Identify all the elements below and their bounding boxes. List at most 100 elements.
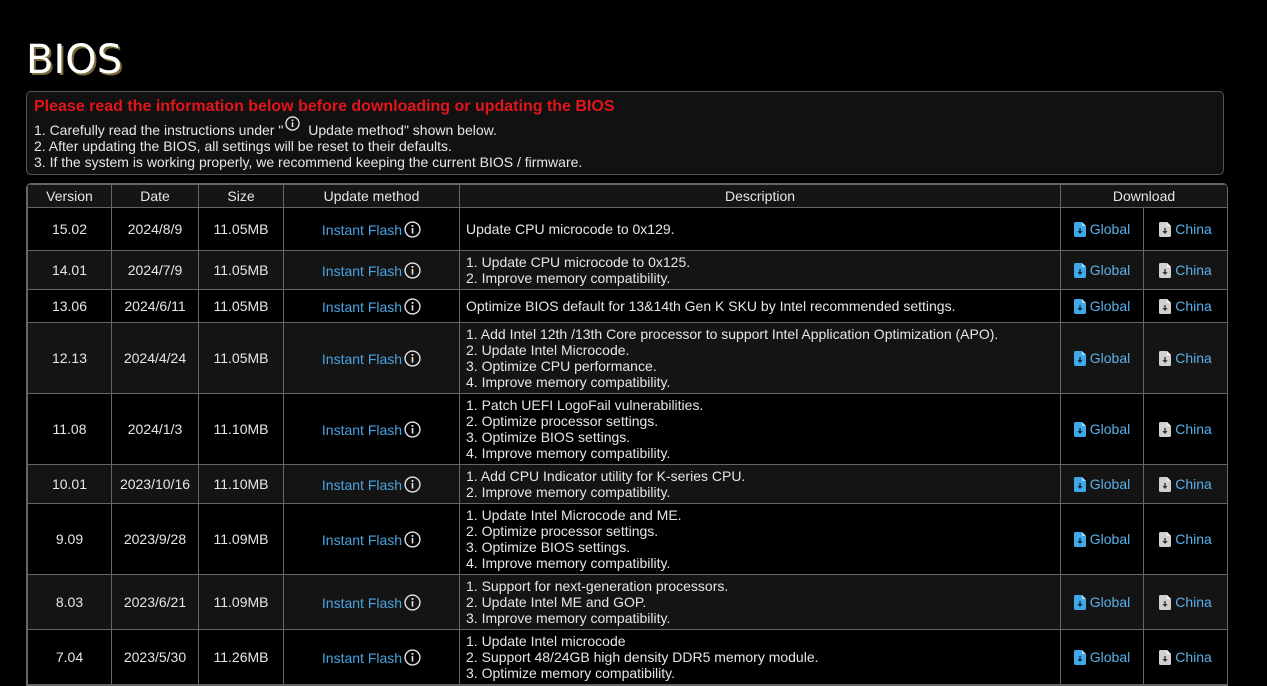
file-download-icon bbox=[1073, 532, 1086, 547]
file-download-icon bbox=[1159, 532, 1172, 547]
header-update-method: Update method bbox=[283, 184, 460, 208]
download-china-link[interactable]: China bbox=[1159, 262, 1212, 278]
instant-flash-link[interactable]: Instant Flash bbox=[322, 595, 402, 611]
download-global-link[interactable]: Global bbox=[1073, 262, 1130, 278]
download-global-label: Global bbox=[1089, 594, 1131, 610]
date-cell: 2023/5/30 bbox=[111, 629, 199, 685]
download-global-cell: Global bbox=[1060, 503, 1144, 575]
instant-flash-link[interactable]: Instant Flash bbox=[322, 263, 402, 279]
instant-flash-link[interactable]: Instant Flash bbox=[322, 222, 402, 238]
download-china-link[interactable]: China bbox=[1159, 298, 1212, 314]
download-china-link[interactable]: China bbox=[1159, 350, 1212, 366]
table-row: 14.01 2024/7/9 11.05MB Instant Flash 1. … bbox=[27, 250, 1227, 290]
instant-flash-link[interactable]: Instant Flash bbox=[322, 351, 402, 367]
download-china-label: China bbox=[1175, 221, 1212, 237]
download-global-cell: Global bbox=[1060, 393, 1144, 465]
date-cell: 2023/10/16 bbox=[111, 464, 199, 504]
description-line: 1. Update Intel microcode bbox=[466, 633, 626, 649]
download-global-link[interactable]: Global bbox=[1073, 531, 1131, 547]
download-china-cell: China bbox=[1142, 289, 1227, 323]
instant-flash-link[interactable]: Instant Flash bbox=[322, 650, 402, 666]
description-line: 3. Optimize BIOS settings. bbox=[466, 539, 631, 555]
download-global-link[interactable]: Global bbox=[1073, 298, 1130, 314]
info-icon[interactable] bbox=[404, 220, 421, 238]
version-cell: 7.04 bbox=[27, 629, 112, 685]
notice-line-3: 3. If the system is working properly, we… bbox=[34, 154, 583, 170]
description-line: 2. Update Intel ME and GOP. bbox=[466, 594, 647, 610]
size-cell: 11.10MB bbox=[198, 393, 284, 465]
download-china-label: China bbox=[1175, 262, 1212, 278]
info-icon[interactable] bbox=[404, 349, 421, 367]
download-global-link[interactable]: Global bbox=[1073, 649, 1131, 665]
version-cell: 15.02 bbox=[27, 207, 112, 251]
header-date: Date bbox=[111, 184, 199, 208]
description-line: 1. Add CPU Indicator utility for K-serie… bbox=[466, 468, 746, 484]
info-icon[interactable] bbox=[404, 420, 421, 438]
download-china-link[interactable]: China bbox=[1159, 594, 1212, 610]
download-global-label: Global bbox=[1089, 649, 1131, 665]
download-global-link[interactable]: Global bbox=[1073, 421, 1130, 437]
date-cell: 2024/4/24 bbox=[111, 322, 199, 394]
date-cell: 2024/6/11 bbox=[111, 289, 199, 323]
info-icon[interactable] bbox=[404, 593, 421, 611]
download-china-link[interactable]: China bbox=[1159, 531, 1212, 547]
file-download-icon bbox=[1159, 351, 1172, 366]
download-china-label: China bbox=[1175, 594, 1212, 610]
table-row: 8.03 2023/6/21 11.09MB Instant Flash 1. … bbox=[27, 574, 1227, 630]
date-cell: 2024/8/9 bbox=[111, 207, 199, 251]
table-body: 15.02 2024/8/9 11.05MB Instant Flash Upd… bbox=[27, 207, 1227, 685]
table-row: 7.04 2023/5/30 11.26MB Instant Flash 1. … bbox=[27, 629, 1227, 685]
download-china-label: China bbox=[1175, 421, 1212, 437]
download-china-label: China bbox=[1175, 298, 1212, 314]
update-method-cell: Instant Flash bbox=[283, 250, 460, 290]
download-global-link[interactable]: Global bbox=[1073, 350, 1131, 366]
download-china-label: China bbox=[1175, 350, 1212, 366]
description-line: 3. Optimize BIOS settings. bbox=[466, 429, 631, 445]
download-global-link[interactable]: Global bbox=[1073, 594, 1131, 610]
table-header-row: Version Date Size Update method Descript… bbox=[27, 184, 1227, 208]
update-method-cell: Instant Flash bbox=[283, 464, 460, 504]
description-line: 3. Improve memory compatibility. bbox=[466, 610, 671, 626]
version-cell: 8.03 bbox=[27, 574, 112, 630]
download-global-label: Global bbox=[1089, 350, 1131, 366]
table-row: 10.01 2023/10/16 11.10MB Instant Flash 1… bbox=[27, 464, 1227, 504]
download-china-link[interactable]: China bbox=[1159, 476, 1212, 492]
download-china-link[interactable]: China bbox=[1159, 221, 1212, 237]
file-download-icon bbox=[1159, 650, 1172, 665]
description-cell: 1. Update CPU microcode to 0x125. 2. Impr… bbox=[459, 250, 1061, 290]
info-icon[interactable] bbox=[404, 475, 421, 493]
notice-line-2: 2. After updating the BIOS, all settings… bbox=[34, 138, 452, 154]
table-row: 9.09 2023/9/28 11.09MB Instant Flash 1. … bbox=[27, 503, 1227, 575]
description-line: 2. Optimize processor settings. bbox=[466, 413, 659, 429]
instant-flash-link[interactable]: Instant Flash bbox=[322, 477, 402, 493]
update-method-cell: Instant Flash bbox=[283, 289, 460, 323]
description-line: 4. Improve memory compatibility. bbox=[466, 555, 671, 571]
info-icon[interactable] bbox=[404, 297, 421, 315]
size-cell: 11.05MB bbox=[198, 322, 284, 394]
info-icon[interactable] bbox=[404, 648, 421, 666]
description-line: 4. Improve memory compatibility. bbox=[466, 374, 671, 390]
download-china-label: China bbox=[1175, 531, 1212, 547]
file-download-icon bbox=[1159, 595, 1172, 610]
bios-notice: Please read the information below before… bbox=[26, 91, 1224, 175]
download-china-link[interactable]: China bbox=[1159, 421, 1212, 437]
instant-flash-link[interactable]: Instant Flash bbox=[322, 532, 402, 548]
table-row: 11.08 2024/1/3 11.10MB Instant Flash 1. … bbox=[27, 393, 1227, 465]
file-download-icon bbox=[1159, 299, 1172, 314]
file-download-icon bbox=[1159, 477, 1172, 492]
size-cell: 11.09MB bbox=[198, 503, 284, 575]
download-china-link[interactable]: China bbox=[1159, 649, 1212, 665]
date-cell: 2024/7/9 bbox=[111, 250, 199, 290]
size-cell: 11.10MB bbox=[198, 464, 284, 504]
description-line: 2. Optimize processor settings. bbox=[466, 523, 659, 539]
download-global-link[interactable]: Global bbox=[1073, 476, 1130, 492]
size-cell: 11.26MB bbox=[198, 629, 284, 685]
download-global-link[interactable]: Global bbox=[1073, 221, 1130, 237]
download-global-cell: Global bbox=[1060, 322, 1144, 394]
instant-flash-link[interactable]: Instant Flash bbox=[322, 299, 402, 315]
instant-flash-link[interactable]: Instant Flash bbox=[322, 422, 402, 438]
info-icon[interactable] bbox=[404, 530, 421, 548]
info-icon[interactable] bbox=[404, 261, 421, 279]
download-global-label: Global bbox=[1089, 531, 1131, 547]
bios-table-container: Version Date Size Update method Descript… bbox=[26, 183, 1228, 686]
